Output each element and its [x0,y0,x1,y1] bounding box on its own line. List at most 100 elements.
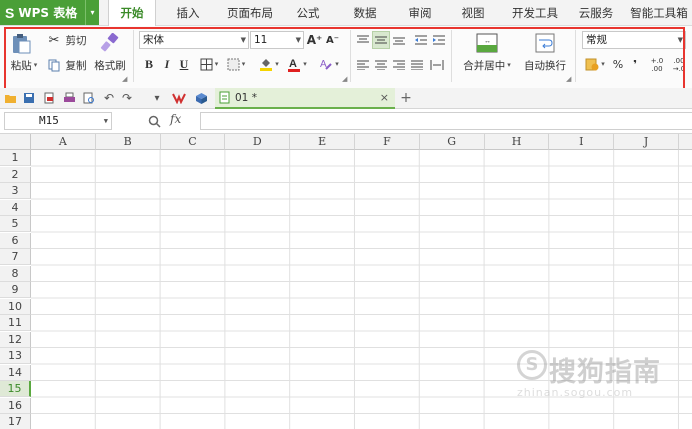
font-color-button[interactable]: A ▾ [284,56,310,72]
tab-insert[interactable]: 插入 [166,0,210,26]
app-menu-button[interactable]: S WPS 表格 ▾ [0,0,99,25]
column-header[interactable]: G [419,134,485,150]
underline-button[interactable]: U [177,56,191,72]
column-header[interactable]: C [160,134,226,150]
name-box[interactable]: M15 ▼ [4,112,112,130]
undo-icon[interactable]: ↶ [102,91,116,105]
tab-data[interactable]: 数据 [345,0,385,26]
italic-button[interactable]: I [160,56,174,72]
cube-icon[interactable] [194,91,208,105]
distributed-align-icon[interactable] [428,57,446,73]
print-preview-icon[interactable] [82,91,96,105]
row-header[interactable]: 11 [0,315,31,331]
tab-developer[interactable]: 开发工具 [505,0,565,26]
align-left-icon[interactable] [355,57,371,73]
align-top-icon[interactable] [355,32,371,48]
row-header[interactable]: 2 [0,166,31,183]
column-header[interactable]: A [31,134,96,150]
decrease-indent-icon[interactable] [413,32,429,48]
wrap-text-icon[interactable] [533,32,557,54]
row-header[interactable]: 4 [0,199,31,216]
paste-icon[interactable] [8,32,34,56]
scissors-icon[interactable]: ✂ [46,32,62,48]
paste-button[interactable]: 粘贴 ▾ [7,58,41,72]
tab-view[interactable]: 视图 [453,0,493,26]
column-header[interactable]: J [614,134,679,150]
column-header[interactable]: E [290,134,355,150]
column-header[interactable]: D [225,134,291,150]
column-header[interactable] [679,134,692,150]
tab-page-layout[interactable]: 页面布局 [220,0,280,26]
row-header[interactable]: 7 [0,249,31,265]
tab-formulas[interactable]: 公式 [288,0,328,26]
format-painter-icon[interactable] [98,32,122,54]
clipboard-launcher-icon[interactable]: ◢ [122,75,127,83]
row-header[interactable]: 9 [0,282,31,298]
format-painter-button[interactable]: 格式刷 [92,57,128,73]
font-launcher-icon[interactable]: ◢ [342,75,347,83]
increase-indent-icon[interactable] [431,32,447,48]
app-menu-dropdown-icon[interactable]: ▾ [85,0,99,25]
quick-access-more-icon[interactable]: ▾ [150,91,164,105]
row-header[interactable]: 12 [0,331,31,348]
font-name-select[interactable]: 宋体 ▼ [139,31,249,49]
wps-cloud-icon[interactable] [172,91,186,105]
font-grow-button[interactable]: A⁺ [307,31,323,49]
decrease-decimal-button[interactable]: .00 →.0 [669,56,689,74]
tab-smart-toolbox[interactable]: 智能工具箱 [627,0,691,26]
row-header[interactable]: 1 [0,150,31,166]
redo-icon[interactable]: ↷ [120,91,134,105]
insert-function-button[interactable]: fx [170,112,181,126]
tab-review[interactable]: 审阅 [400,0,440,26]
merge-center-icon[interactable]: ↔ [475,32,499,54]
wrap-text-button[interactable]: 自动换行 [520,58,570,72]
tab-home[interactable]: 开始 [108,0,156,27]
copy-icon[interactable] [47,57,61,73]
tab-document[interactable]: 01 * × [215,88,395,109]
column-header[interactable]: I [549,134,615,150]
tab-cloud-service[interactable]: 云服务 [571,0,621,26]
save-icon[interactable] [22,91,36,105]
font-size-select[interactable]: 11 ▼ [250,31,304,49]
justify-icon[interactable] [409,57,425,73]
row-header[interactable]: 17 [0,414,31,429]
row-header[interactable]: 13 [0,348,31,364]
number-format-select[interactable]: 常规 ▼ [582,31,686,49]
merge-center-button[interactable]: 合并居中 ▾ [458,58,516,72]
row-header[interactable]: 5 [0,216,31,232]
close-tab-icon[interactable]: × [380,88,389,108]
currency-format-button[interactable]: ▾ [582,56,608,72]
thousands-separator-button[interactable]: ❜ [629,56,641,72]
column-header[interactable]: H [484,134,550,150]
cell-pattern-button[interactable]: ▾ [224,56,248,72]
select-all-corner[interactable] [0,134,31,150]
row-header[interactable]: 6 [0,232,31,249]
align-right-icon[interactable] [391,57,407,73]
align-bottom-icon[interactable] [391,32,407,48]
row-header[interactable]: 8 [0,265,31,282]
formula-input[interactable] [200,112,692,130]
row-header[interactable]: 10 [0,298,31,315]
alignment-launcher-icon[interactable]: ◢ [566,75,571,83]
print-icon[interactable] [62,91,76,105]
export-pdf-icon[interactable] [42,91,56,105]
cut-button[interactable]: 剪切 [63,32,89,48]
font-shrink-button[interactable]: A⁻ [325,31,340,49]
row-header-selected[interactable]: 15 [0,381,31,397]
column-header[interactable]: F [355,134,420,150]
increase-decimal-button[interactable]: +.0 .00 [647,56,667,74]
column-header[interactable]: B [95,134,161,150]
row-header[interactable]: 16 [0,397,31,414]
bold-button[interactable]: B [142,56,156,72]
row-header[interactable]: 3 [0,183,31,199]
align-middle-icon[interactable] [372,31,390,49]
align-center-icon[interactable] [373,57,389,73]
fill-color-button[interactable]: ▾ [256,56,282,72]
new-tab-button[interactable]: + [399,90,413,106]
zoom-icon[interactable] [147,114,161,128]
clear-format-button[interactable]: A ▾ [316,56,342,72]
row-header[interactable]: 14 [0,364,31,381]
copy-button[interactable]: 复制 [63,57,89,73]
open-folder-icon[interactable] [3,91,17,105]
border-button[interactable]: ▾ [197,56,221,72]
